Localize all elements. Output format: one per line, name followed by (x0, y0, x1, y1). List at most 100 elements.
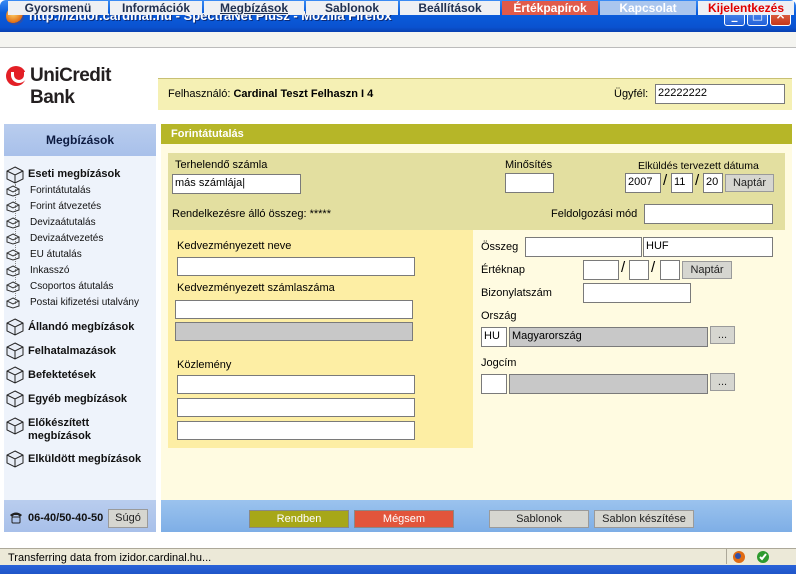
sidebar-item-forintatutalas[interactable]: Forintátutalás (30, 185, 91, 196)
value-date-calendar-button[interactable]: Naptár (682, 261, 732, 279)
cancel-button[interactable]: Mégsem (354, 510, 454, 528)
user-label-text: Felhasználó: (168, 88, 231, 100)
country-lookup-button[interactable]: ... (710, 326, 735, 344)
send-date-month[interactable]: 11 (671, 173, 693, 193)
document-number-field[interactable] (583, 283, 691, 303)
check-status-icon (757, 551, 769, 563)
date-separator: / (663, 172, 668, 189)
sidebar-item-forint-atvezetes[interactable]: Forint átvezetés (30, 201, 101, 212)
country-code-field[interactable]: HU (481, 327, 507, 347)
send-date-year[interactable]: 2007 (625, 173, 661, 193)
status-text: Transferring data from izidor.cardinal.h… (8, 552, 212, 564)
currency-field[interactable]: HUF (643, 237, 773, 257)
title-name-field (509, 374, 708, 394)
phone-icon (10, 512, 22, 524)
send-date-label: Elküldés tervezett dátuma (638, 160, 759, 172)
date-separator: / (621, 259, 626, 276)
os-taskbar (0, 565, 796, 574)
menu-kijelentkezes[interactable]: Kijelentkezés (698, 1, 794, 15)
processing-mode-field[interactable] (644, 204, 773, 224)
cube-icon (6, 390, 24, 408)
sidebar-item-befektetesek[interactable]: Befektetések (28, 369, 96, 381)
debit-account-label: Terhelendő számla (175, 159, 268, 171)
sidebar-item-eseti[interactable]: Eseti megbízások (28, 168, 120, 180)
cube-icon (6, 318, 24, 336)
logo-text: UniCredit Bank (30, 65, 112, 108)
date-separator: / (651, 259, 656, 276)
firefox-status-icon (733, 551, 745, 563)
beneficiary-name-label: Kedvezményezett neve (177, 240, 292, 252)
cube-icon (6, 342, 24, 360)
client-field[interactable]: 22222222 (655, 84, 785, 104)
form-title: Forintátutalás (161, 124, 792, 144)
sidebar-item-allando[interactable]: Állandó megbízások (28, 321, 134, 333)
sidebar-item-egyeb[interactable]: Egyéb megbízások (28, 393, 127, 405)
menu-kapcsolat[interactable]: Kapcsolat (600, 1, 696, 15)
sidebar-item-postai[interactable]: Postai kifizetési utalvány (30, 297, 139, 308)
date-separator: / (695, 172, 700, 189)
sidebar-title: Megbízások (4, 124, 156, 156)
menu-ertekpapirok[interactable]: Értékpapírok (502, 1, 598, 15)
menu-gyorsmenu[interactable]: Gyorsmenü (8, 1, 108, 15)
cube-icon (6, 417, 24, 435)
create-template-button[interactable]: Sablon készítése (594, 510, 694, 528)
small-cube-icon (6, 297, 20, 309)
amount-field[interactable] (525, 237, 642, 257)
beneficiary-account-display (175, 322, 413, 341)
beneficiary-name-field[interactable] (177, 257, 415, 276)
help-button[interactable]: Súgó (108, 509, 148, 528)
comment-label: Közlemény (177, 359, 232, 371)
sidebar-item-elkuldott[interactable]: Elküldött megbízások (28, 453, 141, 465)
amount-label: Összeg (481, 241, 519, 253)
small-cube-icon (6, 249, 20, 261)
status-divider (726, 549, 727, 564)
send-date-day[interactable]: 20 (703, 173, 723, 193)
value-date-day[interactable] (660, 260, 680, 280)
sidebar-item-csoportos[interactable]: Csoportos átutalás (30, 281, 113, 292)
menu-megbizasok[interactable]: Megbízások (204, 1, 304, 15)
menu-informaciok[interactable]: Információk (110, 1, 202, 15)
small-cube-icon (6, 233, 20, 245)
country-label: Ország (481, 310, 517, 322)
templates-button[interactable]: Sablonok (489, 510, 589, 528)
helpdesk-phone: 06-40/50-40-50 (28, 512, 104, 524)
cube-icon (6, 166, 24, 184)
sidebar-item-eu-atutalas[interactable]: EU átutalás (30, 249, 82, 260)
sidebar-item-felhatalmazasok[interactable]: Felhatalmazások (28, 345, 116, 357)
title-code-field[interactable] (481, 374, 507, 394)
main-menu (0, 32, 796, 48)
small-cube-icon (6, 217, 20, 229)
calendar-button[interactable]: Naptár (725, 174, 774, 192)
available-balance-label: Rendelkezésre álló összeg: ***** (172, 208, 331, 220)
title-lookup-button[interactable]: ... (710, 373, 735, 391)
document-number-label: Bizonylatszám (481, 287, 552, 299)
user-label: Felhasználó: Cardinal Teszt Felhaszn I 4 (168, 88, 373, 100)
beneficiary-account-field[interactable] (175, 300, 413, 319)
processing-mode-label: Feldolgozási mód (551, 208, 638, 220)
comment-field-2[interactable] (177, 398, 415, 417)
small-cube-icon (6, 201, 20, 213)
sidebar-item-devizaatutalas[interactable]: Devizaátutalás (30, 217, 96, 228)
menu-beallitasok[interactable]: Beállítások (400, 1, 500, 15)
comment-field-3[interactable] (177, 421, 415, 440)
value-date-label: Értéknap (481, 264, 526, 276)
qualification-field[interactable] (505, 173, 554, 193)
beneficiary-account-label: Kedvezményezett számlaszáma (177, 282, 335, 294)
title-code-label: Jogcím (481, 357, 517, 369)
sidebar-item-inkasszo[interactable]: Inkasszó (30, 265, 69, 276)
small-cube-icon (6, 185, 20, 197)
cube-icon (6, 366, 24, 384)
ok-button[interactable]: Rendben (249, 510, 349, 528)
small-cube-icon (6, 265, 20, 277)
cube-icon (6, 450, 24, 468)
sidebar-item-elokeszitett[interactable]: Előkészített megbízások (28, 417, 118, 443)
sidebar-item-devizaatvezetes[interactable]: Devizaátvezetés (30, 233, 103, 244)
comment-field-1[interactable] (177, 375, 415, 394)
value-date-year[interactable] (583, 260, 619, 280)
qualification-label: Minősítés (505, 159, 553, 171)
value-date-month[interactable] (629, 260, 649, 280)
unicredit-logo-icon (6, 66, 27, 86)
menu-sablonok[interactable]: Sablonok (306, 1, 398, 15)
user-name: Cardinal Teszt Felhaszn I 4 (233, 88, 374, 100)
debit-account-field[interactable]: más számlája| (172, 174, 301, 194)
